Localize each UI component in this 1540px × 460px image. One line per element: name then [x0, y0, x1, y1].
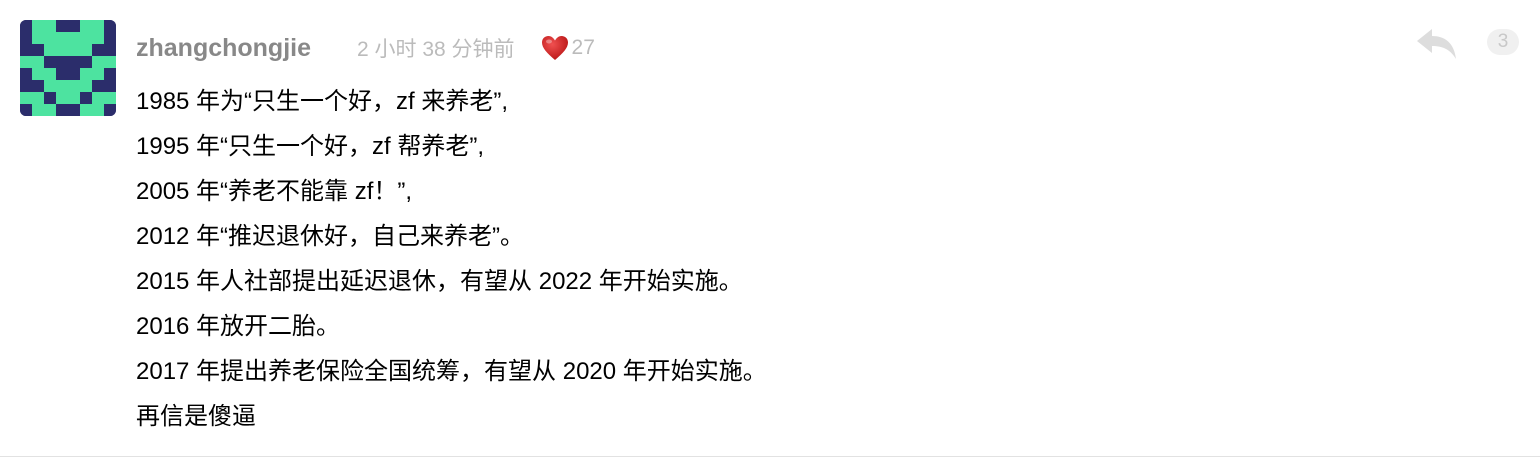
reply-arrow-icon[interactable] — [1414, 26, 1458, 62]
content-line: 2015 年人社部提出延迟退休，有望从 2022 年开始实施。 — [136, 268, 743, 295]
avatar[interactable] — [20, 20, 116, 116]
content-line: 2017 年提出养老保险全国统筹，有望从 2020 年开始实施。 — [136, 358, 767, 385]
pixel-identicon-icon — [20, 20, 116, 116]
content-line: 2005 年“养老不能靠 zf！”, — [136, 178, 413, 205]
thanks-count: 27 — [571, 36, 595, 59]
content-line: 2012 年“推迟退休好，自己来养老”。 — [136, 223, 525, 250]
reply-item: zhangchongjie 2 小时 38 分钟前 27 3 1985 年为“只… — [0, 0, 1540, 460]
reply-content: 1985 年为“只生一个好，zf 来养老”, 1995 年“只生一个好，zf 帮… — [136, 79, 1436, 439]
content-line: 2016 年放开二胎。 — [136, 313, 341, 340]
divider — [0, 456, 1540, 457]
heart-icon — [541, 35, 569, 61]
timestamp[interactable]: 2 小时 38 分钟前 — [357, 33, 515, 63]
content-line: 1995 年“只生一个好，zf 帮养老”, — [136, 133, 485, 160]
content-line: 再信是傻逼 — [136, 403, 256, 430]
username-link[interactable]: zhangchongjie — [136, 34, 311, 63]
floor-number-badge: 3 — [1487, 29, 1519, 55]
thanks-indicator: 27 — [541, 35, 595, 61]
content-line: 1985 年为“只生一个好，zf 来养老”, — [136, 88, 509, 115]
reply-header: zhangchongjie 2 小时 38 分钟前 27 — [136, 28, 595, 68]
